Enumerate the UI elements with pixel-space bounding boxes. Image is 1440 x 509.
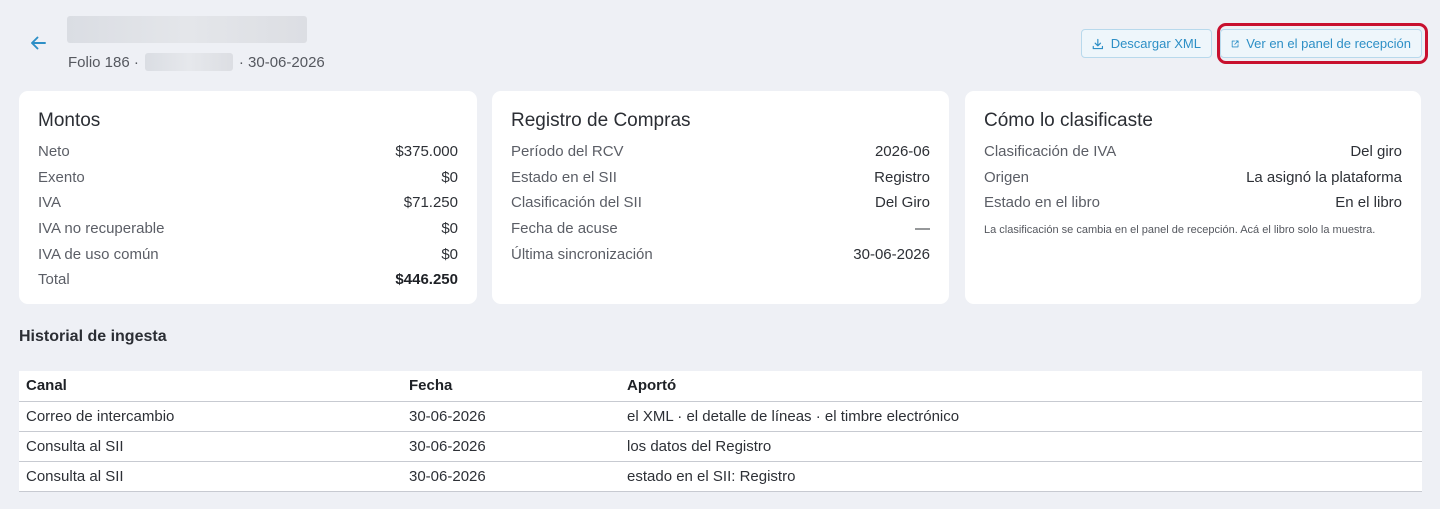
clasificacion-value: La asignó la plataforma (1246, 168, 1402, 186)
historial-table: Canal Fecha Aportó Correo de intercambio… (19, 371, 1422, 492)
document-subtitle: Folio 186 · · 30-06-2026 (68, 53, 325, 71)
clasificacion-note: La clasificación se cambia en el panel d… (984, 223, 1376, 236)
registro-label: Clasificación del SII (511, 194, 642, 212)
registro-title: Registro de Compras (511, 110, 691, 131)
montos-label: Exento (38, 168, 85, 186)
cell-aporto: estado en el SII: Registro (620, 461, 1422, 492)
cell-canal: Consulta al SII (19, 461, 402, 492)
cell-fecha: 30-06-2026 (402, 461, 620, 492)
registro-label: Estado en el SII (511, 168, 617, 186)
montos-total-value: $446.250 (395, 271, 458, 289)
montos-card: Montos Neto $375.000 Exento $0 IVA $71.2… (19, 91, 477, 304)
registro-row: Estado en el SII Registro (511, 165, 930, 191)
cell-canal: Correo de intercambio (19, 401, 402, 432)
cell-canal: Consulta al SII (19, 431, 402, 462)
registro-compras-card: Registro de Compras Período del RCV 2026… (492, 91, 949, 304)
montos-label: IVA (38, 194, 62, 212)
registro-row: Período del RCV 2026-06 (511, 139, 930, 165)
clasificacion-row: Origen La asignó la plataforma (984, 165, 1402, 191)
montos-label: IVA no recuperable (38, 220, 165, 238)
montos-row: IVA no recuperable $0 (38, 216, 458, 242)
table-row: Correo de intercambio 30-06-2026 el XML … (19, 401, 1422, 432)
arrow-left-icon (31, 36, 46, 50)
montos-label: IVA de uso común (38, 245, 159, 263)
montos-row: IVA de uso común $0 (38, 241, 458, 267)
registro-label: Fecha de acuse (511, 220, 618, 238)
montos-label: Neto (38, 143, 70, 161)
clasificacion-row: Clasificación de IVA Del giro (984, 139, 1402, 165)
montos-value: $71.250 (403, 194, 458, 212)
table-row: Consulta al SII 30-06-2026 los datos del… (19, 431, 1422, 462)
column-header-fecha: Fecha (402, 371, 620, 402)
registro-value: 2026-06 (874, 143, 930, 161)
registro-value: 30-06-2026 (853, 245, 930, 263)
external-link-icon (1231, 40, 1239, 47)
cell-fecha: 30-06-2026 (402, 431, 620, 462)
montos-total-row: Total $446.250 (38, 267, 458, 293)
cell-fecha: 30-06-2026 (402, 401, 620, 432)
back-button[interactable] (26, 31, 50, 55)
clasificacion-card: Cómo lo clasificaste Clasificación de IV… (965, 91, 1421, 304)
registro-row: Clasificación del SII Del Giro (511, 190, 930, 216)
montos-row: Exento $0 (38, 165, 458, 191)
view-reception-panel-button[interactable]: Ver en el panel de recepción (1220, 29, 1422, 58)
clasificacion-value: Del giro (1350, 143, 1402, 161)
montos-value: $0 (441, 168, 458, 186)
clasificacion-label: Origen (984, 168, 1030, 186)
clasificacion-value: En el libro (1335, 194, 1402, 212)
view-reception-panel-label: Ver en el panel de recepción (1246, 36, 1411, 51)
montos-title: Montos (38, 110, 101, 131)
clasificacion-title: Cómo lo clasificaste (984, 110, 1153, 131)
registro-row: Fecha de acuse — (511, 216, 930, 242)
column-header-aporto: Aportó (620, 371, 1422, 402)
montos-value: $375.000 (395, 143, 458, 161)
subtitle-folio: Folio 186 · (68, 53, 139, 71)
download-icon (1092, 38, 1104, 49)
montos-total-label: Total (38, 271, 70, 289)
montos-row: Neto $375.000 (38, 139, 458, 165)
montos-value: $0 (441, 220, 458, 238)
registro-row: Última sincronización 30-06-2026 (511, 241, 930, 267)
registro-label: Última sincronización (511, 245, 653, 263)
montos-value: $0 (441, 245, 458, 263)
clasificacion-label: Clasificación de IVA (984, 143, 1117, 161)
historial-title: Historial de ingesta (19, 328, 167, 345)
registro-value: Del Giro (874, 194, 930, 212)
table-row: Consulta al SII 30-06-2026 estado en el … (19, 461, 1422, 492)
clasificacion-label: Estado en el libro (984, 194, 1100, 212)
document-title-redacted (67, 16, 307, 43)
cell-aporto: los datos del Registro (620, 431, 1422, 462)
table-header-row: Canal Fecha Aportó (19, 371, 1422, 402)
cell-aporto: el XML · el detalle de líneas · el timbr… (620, 401, 1422, 432)
registro-value: Registro (874, 168, 930, 186)
column-header-canal: Canal (19, 371, 402, 402)
registro-value: — (915, 220, 930, 238)
subtitle-date: · 30-06-2026 (238, 53, 325, 71)
download-xml-label: Descargar XML (1110, 36, 1201, 51)
montos-row: IVA $71.250 (38, 190, 458, 216)
registro-label: Período del RCV (511, 143, 624, 161)
download-xml-button[interactable]: Descargar XML (1081, 29, 1212, 58)
supplier-name-redacted (144, 53, 233, 71)
clasificacion-row: Estado en el libro En el libro (984, 190, 1402, 216)
